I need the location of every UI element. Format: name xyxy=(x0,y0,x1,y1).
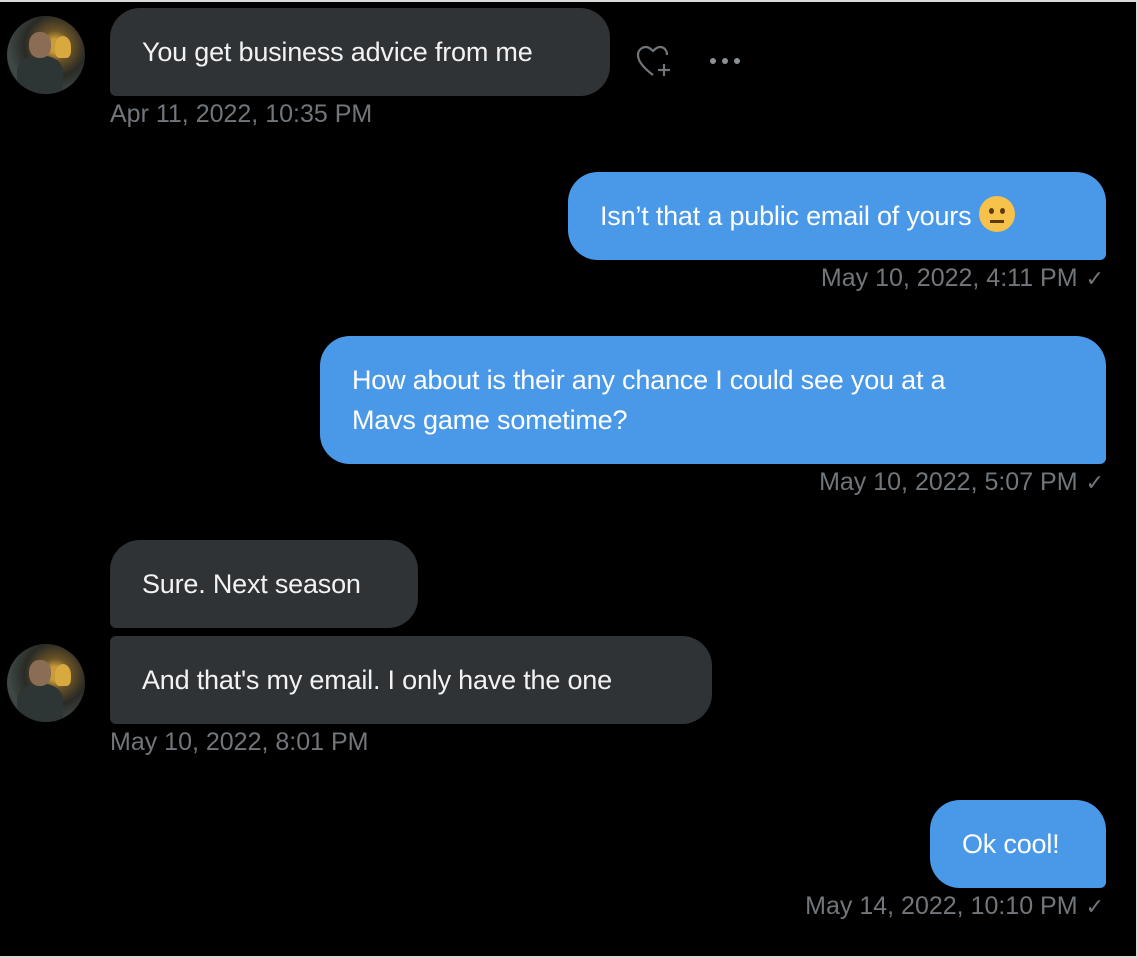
message-status: May 10, 2022, 4:11 PM ✓ xyxy=(821,264,1104,293)
heart-plus-icon[interactable] xyxy=(636,44,674,85)
message-text-line: Mavs game sometime? xyxy=(352,405,628,435)
checkmark-icon: ✓ xyxy=(1085,894,1104,919)
message-text-line: How about is their any chance I could se… xyxy=(352,365,946,395)
message-text: Isn’t that a public email of yours xyxy=(600,201,972,231)
message-timestamp: May 10, 2022, 8:01 PM xyxy=(110,728,369,756)
message-bubble-incoming[interactable]: Sure. Next season xyxy=(110,540,418,628)
message-bubble-incoming[interactable]: You get business advice from me xyxy=(110,8,610,96)
message-bubble-incoming[interactable]: And that's my email. I only have the one xyxy=(110,636,712,724)
window-border-top xyxy=(0,0,1138,2)
face-with-raised-eyebrow-icon xyxy=(979,196,1016,232)
message-status: May 10, 2022, 5:07 PM ✓ xyxy=(819,468,1104,497)
checkmark-icon: ✓ xyxy=(1085,266,1104,291)
message-bubble-outgoing[interactable]: Isn’t that a public email of yours xyxy=(568,172,1106,260)
message-text: Sure. Next season xyxy=(142,569,361,599)
avatar[interactable] xyxy=(7,644,85,722)
message-timestamp: Apr 11, 2022, 10:35 PM xyxy=(110,100,373,128)
avatar[interactable] xyxy=(7,16,85,94)
message-bubble-outgoing[interactable]: How about is their any chance I could se… xyxy=(320,336,1106,464)
message-text: Ok cool! xyxy=(962,829,1060,859)
message-bubble-outgoing[interactable]: Ok cool! xyxy=(930,800,1106,888)
message-status: May 14, 2022, 10:10 PM ✓ xyxy=(805,892,1104,921)
more-options-icon[interactable] xyxy=(708,48,744,76)
message-text: And that's my email. I only have the one xyxy=(142,665,612,695)
checkmark-icon: ✓ xyxy=(1085,470,1104,495)
message-timestamp: May 10, 2022, 4:11 PM xyxy=(820,264,1078,292)
message-timestamp: May 10, 2022, 5:07 PM xyxy=(819,468,1078,496)
message-text: You get business advice from me xyxy=(142,37,533,67)
message-timestamp: May 14, 2022, 10:10 PM xyxy=(805,892,1078,920)
